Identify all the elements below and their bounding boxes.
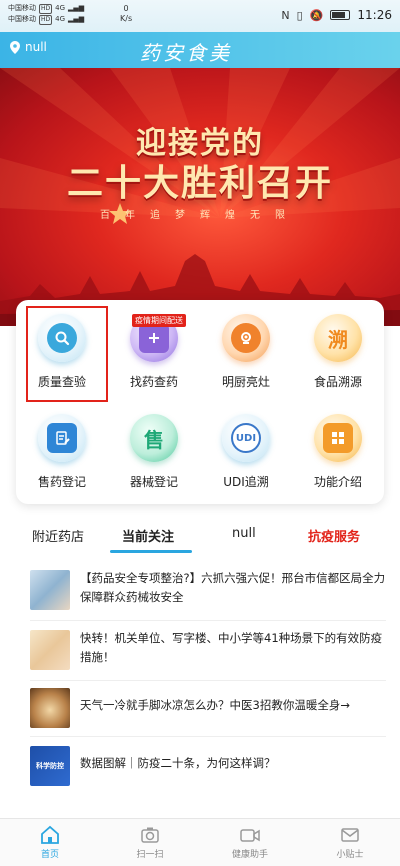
signal-bars-icon: ▂▄▆ [68, 4, 85, 12]
video-icon [239, 825, 261, 845]
nav-home[interactable]: 首页 [10, 825, 90, 860]
banner-subtitle: 百年追梦辉煌无限 [100, 210, 300, 221]
signal-bars-icon-2: ▂▄▆ [68, 15, 85, 23]
mute-icon: 🔕 [309, 8, 324, 22]
news-thumbnail: 科学防控 [30, 746, 70, 786]
active-tab-indicator [110, 550, 192, 553]
feature-device-register[interactable]: 售 器械登记 [108, 400, 200, 490]
feature-sale-register[interactable]: 售药登记 [16, 400, 108, 490]
signal-2: 4G [55, 15, 66, 23]
nav-label: 首页 [40, 850, 59, 860]
nav-health-assistant[interactable]: 健康助手 [210, 825, 290, 860]
feature-label: 器械登记 [129, 475, 178, 489]
location-pin-icon [10, 40, 20, 54]
tab-current-focus[interactable]: 当前关注 [122, 526, 174, 545]
app-logo: 药安食美 [140, 41, 232, 65]
scan-camera-icon [139, 825, 161, 845]
nav-label: 小贴士 [336, 850, 364, 860]
medicine-box-icon [139, 323, 169, 353]
feature-label: 明厨亮灶 [221, 375, 270, 389]
news-item[interactable]: 快转！机关单位、写字楼、中小学等41种场景下的有效防疫措施！ [30, 624, 386, 676]
status-bar: 中国移动 HD 4G ▂▄▆ 中国移动 HD 4G ▂▄▆ 0 K/s N ▯ 🔕 11:2… [0, 0, 400, 32]
news-item[interactable]: 【药品安全专项整治?】六抓六强六促！邢台市信都区局全力保障群众药械妆安全 [30, 564, 386, 616]
bottom-nav: 首页 扫一扫 健康助手 小贴士 [0, 818, 400, 866]
app-header: null 药安食美 [0, 32, 400, 68]
nfc-icon: N [281, 8, 290, 22]
udi-icon: UDI [231, 423, 261, 453]
selection-highlight [26, 306, 108, 402]
status-right: N ▯ 🔕 11:26 [281, 8, 392, 22]
feature-card: 质量查验 找药查药 明厨亮灶 溯 食品溯源 售药登记 售 器械登记 UDI UD… [16, 300, 384, 504]
news-tabs: 附近药店 当前关注 null 抗疫服务 [0, 526, 400, 556]
news-thumbnail [30, 570, 70, 610]
apps-icon [323, 423, 353, 453]
feature-intro[interactable]: 功能介绍 [292, 400, 384, 490]
news-title: 天气一冷就手脚冰凉怎么办？中医3招教你温暖全身→ [80, 698, 350, 712]
feature-label: 食品溯源 [313, 375, 362, 389]
location-text: null [25, 40, 47, 54]
feature-open-kitchen[interactable]: 明厨亮灶 [200, 300, 292, 390]
thumbnail-caption: 科学防控 [36, 762, 64, 770]
nav-label: 健康助手 [231, 850, 268, 860]
hd-badge-2: HD [39, 14, 53, 25]
nav-tips[interactable]: 小贴士 [310, 825, 390, 860]
speed-value: 0 [123, 4, 129, 13]
banner-headline-2: 二十大胜利召开 [66, 163, 333, 204]
home-icon [39, 825, 61, 845]
divider [30, 620, 386, 621]
battery-icon [330, 10, 351, 20]
nav-label: 扫一扫 [136, 850, 164, 860]
feature-label: 功能介绍 [313, 475, 362, 489]
news-item[interactable]: 天气一冷就手脚冰凉怎么办？中医3招教你温暖全身→ [30, 682, 386, 734]
tab-epidemic-service[interactable]: 抗疫服务 [308, 526, 360, 545]
tab-nearby-pharmacy[interactable]: 附近药店 [32, 526, 84, 545]
news-item[interactable]: 科学防控 数据图解｜防疫二十条，为何这样调？ [30, 740, 386, 792]
news-title: 数据图解｜防疫二十条，为何这样调？ [80, 756, 276, 770]
hd-badge: HD [39, 3, 53, 14]
divider [30, 736, 386, 737]
carrier-info: 中国移动 HD 4G ▂▄▆ 中国移动 HD 4G ▂▄▆ [8, 3, 84, 25]
clock: 11:26 [357, 8, 392, 22]
carrier-1: 中国移动 [8, 4, 36, 12]
device-icon: 售 [144, 427, 164, 452]
trace-icon: 溯 [328, 327, 348, 352]
feature-label: UDI追溯 [223, 475, 269, 489]
news-title: 【药品安全专项整治?】六抓六强六促！邢台市信都区局全力保障群众药械妆安全 [80, 571, 386, 604]
nav-scan[interactable]: 扫一扫 [110, 825, 190, 860]
divider [30, 680, 386, 681]
feature-label: 售药登记 [37, 475, 86, 489]
vibrate-icon: ▯ [296, 8, 303, 22]
news-title: 快转！机关单位、写字楼、中小学等41种场景下的有效防疫措施！ [80, 631, 383, 664]
feature-food-trace[interactable]: 溯 食品溯源 [292, 300, 384, 390]
news-thumbnail [30, 688, 70, 728]
feature-label: 找药查药 [129, 375, 178, 389]
tab-null[interactable]: null [232, 526, 256, 541]
register-icon [47, 423, 77, 453]
signal-1: 4G [55, 4, 66, 12]
news-thumbnail [30, 630, 70, 670]
network-speed: 0 K/s [120, 4, 132, 24]
location-selector[interactable]: null [10, 40, 47, 54]
banner[interactable]: 迎接党的 二十大胜利召开 百年追梦辉煌无限 [0, 68, 400, 326]
epidemic-delivery-tag: 疫情期间配送 [132, 314, 186, 327]
feature-udi-trace[interactable]: UDI UDI追溯 [200, 400, 292, 490]
camera-icon [231, 323, 261, 353]
speed-unit: K/s [120, 14, 133, 23]
mail-icon [339, 825, 361, 845]
carrier-2: 中国移动 [8, 15, 36, 23]
